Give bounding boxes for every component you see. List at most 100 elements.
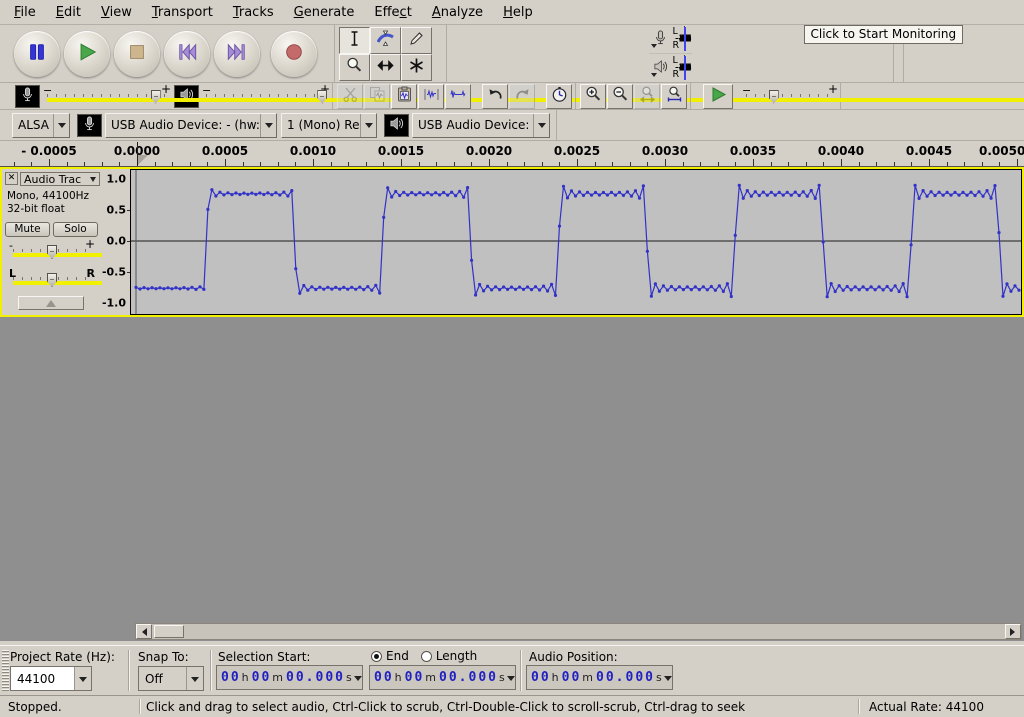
- pause-button[interactable]: [14, 31, 60, 77]
- track-collapse-button[interactable]: [18, 296, 84, 310]
- time-digit[interactable]: 0: [295, 670, 305, 685]
- time-digit[interactable]: 0: [634, 670, 644, 685]
- skip-end-button[interactable]: [214, 31, 260, 77]
- end-radio[interactable]: [371, 651, 382, 662]
- time-digit[interactable]: 0: [644, 670, 654, 685]
- scrollbar-thumb[interactable]: [154, 625, 184, 638]
- time-digit[interactable]: 0: [334, 670, 344, 685]
- menu-item-analyze[interactable]: Analyze: [422, 2, 493, 23]
- paste-button[interactable]: [391, 84, 417, 109]
- snap-to-select[interactable]: Off: [138, 666, 204, 691]
- time-digit[interactable]: 0: [468, 670, 478, 685]
- menu-item-file[interactable]: File: [4, 2, 46, 23]
- time-digit[interactable]: 0: [477, 670, 487, 685]
- speaker-meter-icon-button[interactable]: [649, 54, 673, 82]
- dropdown-arrow[interactable]: [664, 666, 672, 689]
- selection-start-field[interactable]: 00h00m00.000s: [216, 665, 363, 690]
- audio-host-select[interactable]: ALSA: [12, 113, 70, 138]
- length-radio[interactable]: [421, 651, 432, 662]
- dropdown-arrow[interactable]: [354, 666, 362, 689]
- dropdown-arrow[interactable]: [53, 114, 69, 137]
- silence-button[interactable]: [445, 84, 471, 109]
- redo-button[interactable]: [509, 84, 535, 109]
- menu-item-effect[interactable]: Effect: [364, 2, 421, 23]
- play-at-speed-button[interactable]: [703, 84, 733, 109]
- time-digit[interactable]: .: [615, 670, 625, 685]
- envelope-tool-button[interactable]: [370, 27, 401, 54]
- time-digit[interactable]: 0: [570, 670, 580, 685]
- draw-tool-button[interactable]: [401, 27, 432, 54]
- input-meter[interactable]: LR-57-54-51-48-45-42-39-36-33-30-27-24-2…: [649, 25, 692, 54]
- time-digit[interactable]: 0: [438, 670, 448, 685]
- dropdown-arrow[interactable]: [533, 114, 549, 137]
- zoom-fit-button[interactable]: [661, 84, 687, 109]
- monitoring-tooltip[interactable]: Click to Start Monitoring: [804, 25, 964, 44]
- time-digit[interactable]: 0: [530, 670, 540, 685]
- dropdown-arrow[interactable]: [507, 666, 515, 689]
- time-digit[interactable]: 0: [373, 670, 383, 685]
- output-meter[interactable]: LR-57-54-51-48-45-42-39-36-33-30-27-24-2…: [649, 54, 692, 82]
- input-device-select[interactable]: USB Audio Device: - (hw:1: [105, 113, 277, 138]
- time-digit[interactable]: 0: [540, 670, 550, 685]
- zoom-sel-button[interactable]: [634, 84, 660, 109]
- menu-item-help[interactable]: Help: [493, 2, 543, 23]
- zoom-out-button[interactable]: [607, 84, 633, 109]
- menu-item-generate[interactable]: Generate: [284, 2, 365, 23]
- multi-tool-button[interactable]: [401, 54, 432, 81]
- zoom-in-button[interactable]: [580, 84, 606, 109]
- play-button[interactable]: [64, 31, 110, 77]
- timeshift-tool-button[interactable]: [370, 54, 401, 81]
- track-close-button[interactable]: ✕: [5, 172, 18, 185]
- scroll-left-button[interactable]: [136, 624, 152, 639]
- zoom-tool-button[interactable]: [339, 54, 370, 81]
- dropdown-arrow[interactable]: [186, 667, 203, 690]
- trim-button[interactable]: [418, 84, 444, 109]
- time-digit[interactable]: 0: [561, 670, 571, 685]
- input-channels-select[interactable]: 1 (Mono) Re: [281, 113, 377, 138]
- synclock-button[interactable]: [546, 84, 572, 109]
- project-rate-select[interactable]: 44100: [10, 666, 92, 691]
- selection-tool-button[interactable]: [339, 27, 370, 54]
- solo-button[interactable]: Solo: [53, 222, 98, 237]
- time-digit[interactable]: 0: [315, 670, 325, 685]
- audio-position-field[interactable]: 00h00m00.000s: [526, 665, 673, 690]
- track-title-menu[interactable]: Audio Trac: [20, 172, 100, 186]
- dropdown-arrow[interactable]: [74, 667, 91, 690]
- menu-item-transport[interactable]: Transport: [142, 2, 223, 23]
- mic-meter-icon-button[interactable]: [649, 25, 673, 53]
- time-digit[interactable]: 0: [324, 670, 334, 685]
- time-digit[interactable]: 0: [251, 670, 261, 685]
- time-digit[interactable]: 0: [404, 670, 414, 685]
- horizontal-scrollbar[interactable]: [135, 623, 1022, 640]
- copy-button[interactable]: [364, 84, 390, 109]
- vertical-ruler[interactable]: 1.00.50.0-0.5-1.0: [102, 169, 130, 315]
- cut-button[interactable]: [337, 84, 363, 109]
- undo-button[interactable]: [482, 84, 508, 109]
- output-volume-icon-button[interactable]: [174, 85, 199, 108]
- time-digit[interactable]: 0: [487, 670, 497, 685]
- output-device-select[interactable]: USB Audio Device: -: [412, 113, 550, 138]
- toolbar-grip[interactable]: [2, 650, 9, 691]
- project-empty-area[interactable]: [0, 317, 1024, 623]
- time-digit[interactable]: .: [305, 670, 315, 685]
- time-digit[interactable]: 0: [605, 670, 615, 685]
- input-volume-icon-button[interactable]: [15, 85, 40, 108]
- time-digit[interactable]: 0: [260, 670, 270, 685]
- skip-start-button[interactable]: [164, 31, 210, 77]
- time-digit[interactable]: 0: [230, 670, 240, 685]
- record-button[interactable]: [271, 31, 317, 77]
- time-digit[interactable]: 0: [413, 670, 423, 685]
- selection-end-field[interactable]: 00h00m00.000s: [369, 665, 516, 690]
- time-digit[interactable]: 0: [285, 670, 295, 685]
- menu-item-tracks[interactable]: Tracks: [223, 2, 284, 23]
- time-digit[interactable]: 0: [220, 670, 230, 685]
- waveform-area[interactable]: [130, 169, 1022, 315]
- stop-button[interactable]: [114, 31, 160, 77]
- mute-button[interactable]: Mute: [5, 222, 50, 237]
- time-digit[interactable]: 0: [595, 670, 605, 685]
- dropdown-arrow[interactable]: [260, 114, 276, 137]
- dropdown-arrow[interactable]: [360, 114, 376, 137]
- time-digit[interactable]: .: [458, 670, 468, 685]
- time-digit[interactable]: 0: [448, 670, 458, 685]
- time-digit[interactable]: 0: [383, 670, 393, 685]
